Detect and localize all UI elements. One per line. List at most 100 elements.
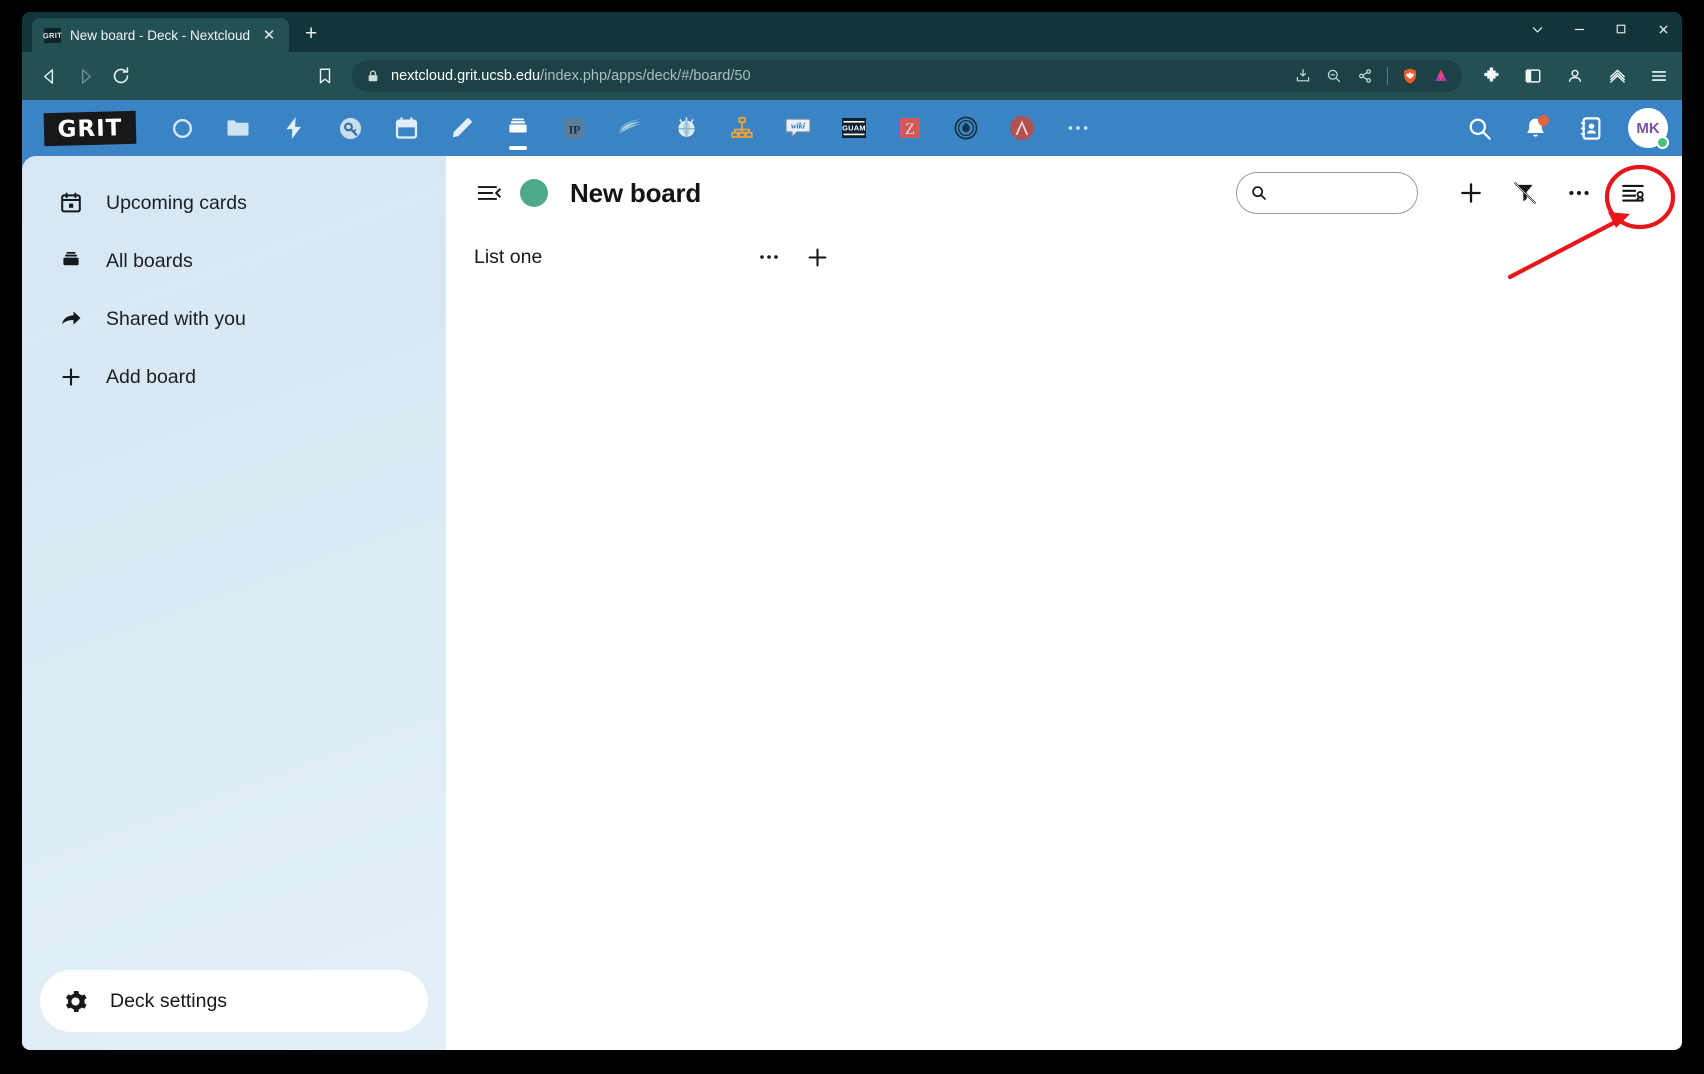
deck-settings-button[interactable]: Deck settings [40, 970, 428, 1032]
maximize-icon[interactable] [1610, 18, 1632, 40]
notes-icon[interactable] [434, 100, 490, 156]
ansible-icon[interactable] [994, 100, 1050, 156]
search-icon[interactable] [1454, 103, 1504, 153]
sidebar-item-upcoming-cards[interactable]: Upcoming cards [40, 174, 428, 232]
nextcloud-app-navigation: GRIT IP wiki GUAM Z MK [22, 100, 1682, 156]
brave-rewards-icon[interactable] [1432, 67, 1450, 85]
board-menu-button[interactable] [1556, 170, 1602, 216]
grit-logo[interactable]: GRIT [43, 110, 137, 146]
sidebar-item-label: All boards [106, 249, 193, 272]
board-actions [1236, 170, 1656, 216]
sidebar-item-label: Add board [106, 365, 196, 388]
activity-icon[interactable] [266, 100, 322, 156]
sidebar-item-all-boards[interactable]: All boards [40, 232, 428, 290]
add-card-button[interactable] [1448, 170, 1494, 216]
wiki-icon[interactable]: wiki [770, 100, 826, 156]
page-title: New board [570, 177, 702, 208]
passwords-icon[interactable] [322, 100, 378, 156]
new-tab-button[interactable]: + [295, 18, 327, 50]
browser-window: GRIT New board - Deck - Nextcloud ✕ + ne… [22, 12, 1682, 1050]
share-icon[interactable] [1356, 67, 1374, 85]
deck-sidebar: Upcoming cards All boards Shared with yo… [22, 156, 446, 1050]
sidebar-panel-icon[interactable] [1520, 63, 1546, 89]
install-app-icon[interactable] [1294, 67, 1312, 85]
board-lists: List one [446, 230, 1682, 1050]
guam-icon[interactable]: GUAM [826, 100, 882, 156]
list-header-actions [752, 240, 834, 274]
list-add-card-button[interactable] [800, 240, 834, 274]
deck-icon[interactable] [490, 100, 546, 156]
flame-icon[interactable] [938, 100, 994, 156]
notification-badge [1538, 115, 1549, 126]
svg-text:GUAM: GUAM [842, 124, 866, 133]
org-chart-icon[interactable] [714, 100, 770, 156]
board-content: New board List one [446, 156, 1682, 1050]
app-body: Upcoming cards All boards Shared with yo… [22, 156, 1682, 1050]
boards-icon [58, 248, 84, 274]
divider [1387, 67, 1388, 85]
filter-off-icon[interactable] [1502, 170, 1548, 216]
search-input[interactable] [1276, 184, 1404, 202]
extension-toolbar [1478, 63, 1672, 89]
list-menu-button[interactable] [752, 240, 786, 274]
collapse-sidebar-icon[interactable] [474, 178, 504, 208]
url-domain: nextcloud.grit.ucsb.edu [391, 68, 541, 84]
gear-icon [62, 988, 88, 1014]
back-icon[interactable] [32, 59, 66, 93]
svg-text:IP: IP [568, 122, 580, 136]
sidebar-item-label: Upcoming cards [106, 191, 247, 214]
globe-icon[interactable] [658, 100, 714, 156]
forward-icon [68, 59, 102, 93]
board-details-button[interactable] [1610, 170, 1656, 216]
chevron-down-icon[interactable] [1526, 18, 1548, 40]
contacts-icon[interactable] [1566, 103, 1616, 153]
svg-text:Z: Z [905, 121, 915, 138]
calendar-icon[interactable] [378, 100, 434, 156]
lock-icon [364, 67, 382, 85]
zotero-icon[interactable]: Z [882, 100, 938, 156]
files-icon[interactable] [210, 100, 266, 156]
url-bar[interactable]: nextcloud.grit.ucsb.edu/index.php/apps/d… [352, 60, 1462, 92]
board-list-column: List one [474, 230, 834, 284]
board-header: New board [446, 156, 1682, 230]
zoom-icon[interactable] [1325, 67, 1343, 85]
search-icon [1250, 184, 1268, 202]
plus-icon [58, 364, 84, 390]
list-header: List one [474, 230, 834, 284]
sidebar-item-shared-with-you[interactable]: Shared with you [40, 290, 428, 348]
bookmark-icon[interactable] [308, 59, 342, 93]
list-title[interactable]: List one [474, 246, 542, 269]
dashboard-icon[interactable] [154, 100, 210, 156]
search-input-wrapper[interactable] [1236, 172, 1418, 214]
tab-favicon: GRIT [43, 27, 62, 43]
ip-tool-icon[interactable]: IP [546, 100, 602, 156]
browser-toolbar: nextcloud.grit.ucsb.edu/index.php/apps/d… [22, 52, 1682, 100]
minimize-icon[interactable] [1568, 18, 1590, 40]
stack-icon[interactable] [602, 100, 658, 156]
browser-tab[interactable]: GRIT New board - Deck - Nextcloud ✕ [32, 18, 290, 52]
tab-strip: GRIT New board - Deck - Nextcloud ✕ + [22, 12, 1682, 52]
more-apps-icon[interactable] [1050, 100, 1106, 156]
status-badge [1656, 136, 1669, 149]
brave-leo-icon[interactable] [1604, 63, 1630, 89]
url-path: /index.php/apps/deck/#/board/50 [540, 68, 751, 84]
url-text: nextcloud.grit.ucsb.edu/index.php/apps/d… [391, 68, 751, 84]
share-arrow-icon [58, 306, 84, 332]
bell-icon[interactable] [1510, 103, 1560, 153]
extensions-puzzle-icon[interactable] [1478, 63, 1504, 89]
window-controls [1526, 18, 1674, 40]
reload-icon[interactable] [104, 59, 138, 93]
brave-shields-icon[interactable] [1401, 67, 1419, 85]
sidebar-item-label: Shared with you [106, 307, 246, 330]
close-icon[interactable]: ✕ [259, 25, 279, 45]
close-window-icon[interactable] [1652, 18, 1674, 40]
board-color-dot [520, 179, 548, 207]
calendar-upcoming-icon [58, 190, 84, 216]
browser-menu-icon[interactable] [1646, 63, 1672, 89]
profile-icon[interactable] [1562, 63, 1588, 89]
avatar-initials: MK [1636, 119, 1660, 137]
avatar[interactable]: MK [1628, 108, 1669, 149]
svg-text:wiki: wiki [791, 122, 806, 131]
sidebar-item-add-board[interactable]: Add board [40, 348, 428, 406]
